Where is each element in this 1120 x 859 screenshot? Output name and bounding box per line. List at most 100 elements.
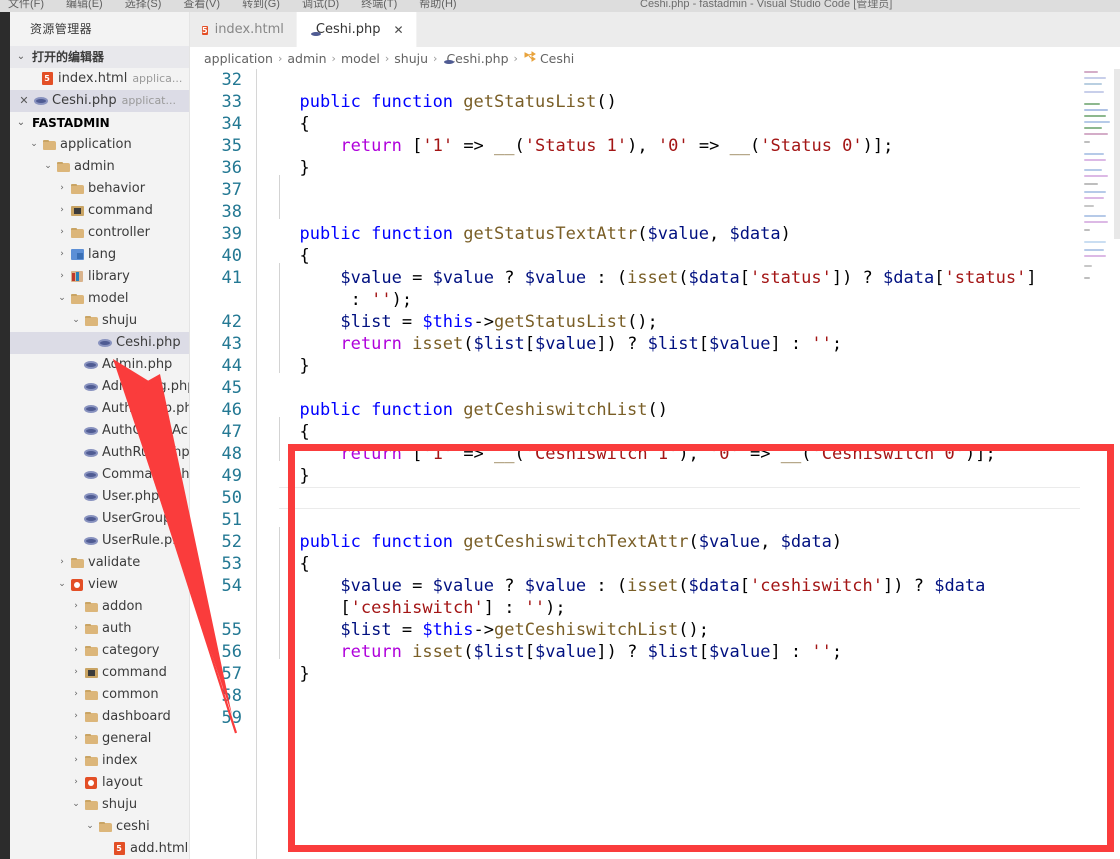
tree-item-ceshi-php[interactable]: Ceshi.php — [10, 331, 189, 354]
chevron-down-icon[interactable]: ⌄ — [42, 162, 54, 171]
menu-item-debug[interactable]: 调试(D) — [302, 0, 339, 10]
code-line[interactable]: public function getStatusList() — [279, 91, 1120, 113]
code-line[interactable] — [279, 509, 1120, 531]
tree-item-addon[interactable]: › addon — [10, 596, 189, 618]
tree-item-user-php[interactable]: User.php — [10, 486, 189, 508]
code-line[interactable]: public function getStatusTextAttr($value… — [279, 223, 1120, 245]
menu-list[interactable]: 文件(F) 编辑(E) 选择(S) 查看(V) 转到(G) 调试(D) 终端(T… — [0, 0, 457, 10]
chevron-down-icon[interactable]: ⌄ — [70, 316, 82, 325]
menu-item-edit[interactable]: 编辑(E) — [66, 0, 103, 10]
tree-item-model[interactable]: ⌄ model — [10, 288, 189, 310]
code-line[interactable] — [279, 179, 1120, 201]
code-editor[interactable]: 32 33 34 35 36 37 38 39 40 41 42 43 44 45 46 47 48 49 50 51… — [190, 69, 1120, 859]
chevron-right-icon[interactable]: › — [56, 558, 68, 567]
chevron-down-icon[interactable]: ⌄ — [28, 140, 40, 149]
code-line[interactable]: public function getCeshiswitchTextAttr($… — [279, 531, 1120, 553]
close-icon[interactable]: ✕ — [16, 94, 32, 107]
code-line[interactable]: return isset($list[$value]) ? $list[$val… — [279, 641, 1120, 663]
code-line[interactable]: { — [279, 421, 1120, 443]
editor-tabbar[interactable]: 5 index.html Ceshi.php ✕ — [190, 12, 1120, 47]
tree-item-shuju[interactable]: ⌄ shuju — [10, 310, 189, 332]
breadcrumb-item-model[interactable]: model — [341, 51, 380, 66]
chevron-right-icon[interactable]: › — [70, 734, 82, 743]
tree-item-common[interactable]: › common — [10, 684, 189, 706]
tree-item-index[interactable]: › index — [10, 750, 189, 772]
tree-item-general[interactable]: › general — [10, 728, 189, 750]
code-line[interactable]: return isset($list[$value]) ? $list[$val… — [279, 333, 1120, 355]
tree-item-admin-php[interactable]: Admin.php — [10, 354, 189, 376]
tree-item-command[interactable]: › command — [10, 662, 189, 684]
chevron-down-icon[interactable]: ⌄ — [56, 580, 68, 589]
chevron-right-icon[interactable]: › — [56, 250, 68, 259]
menu-item-file[interactable]: 文件(F) — [8, 0, 44, 10]
tree-item-userrule-php[interactable]: UserRule.php — [10, 530, 189, 552]
menu-item-select[interactable]: 选择(S) — [125, 0, 162, 10]
chevron-right-icon[interactable]: › — [56, 206, 68, 215]
code-line[interactable] — [279, 707, 1120, 729]
code-line[interactable]: { — [279, 245, 1120, 267]
breadcrumb[interactable]: application › admin › model › shuju › Ce… — [190, 47, 1120, 69]
close-icon[interactable]: ✕ — [393, 23, 403, 37]
code-line[interactable]: $value = $value ? $value : (isset($data[… — [279, 575, 1120, 619]
window-menubar[interactable]: 文件(F) 编辑(E) 选择(S) 查看(V) 转到(G) 调试(D) 终端(T… — [0, 0, 1120, 12]
tree-item-authgroup-php[interactable]: AuthGroup.php — [10, 398, 189, 420]
code-line[interactable]: $value = $value ? $value : (isset($data[… — [279, 267, 1120, 311]
tree-item-add-html[interactable]: 5 add.html — [10, 838, 189, 859]
tree-item-application[interactable]: ⌄ application — [10, 134, 189, 156]
chevron-down-icon[interactable]: ⌄ — [70, 800, 82, 809]
tree-item-shuju[interactable]: ⌄ shuju — [10, 794, 189, 816]
minimap-scrollbar[interactable] — [1114, 69, 1120, 239]
code-line[interactable]: } — [279, 157, 1120, 179]
tree-item-validate[interactable]: › validate — [10, 552, 189, 574]
chevron-right-icon[interactable]: › — [70, 690, 82, 699]
code-line[interactable]: } — [279, 465, 1120, 487]
code-line[interactable] — [279, 201, 1120, 223]
chevron-right-icon[interactable]: › — [70, 756, 82, 765]
tab-index-html[interactable]: 5 index.html — [190, 12, 297, 47]
tree-item-auth[interactable]: › auth — [10, 618, 189, 640]
chevron-down-icon[interactable]: ⌄ — [14, 117, 28, 128]
file-tree[interactable]: ⌄ application ⌄ admin › behavior › command › cont… — [10, 134, 189, 859]
chevron-right-icon[interactable]: › — [70, 624, 82, 633]
code-line[interactable]: $list = $this->getCeshiswitchList(); — [279, 619, 1120, 641]
tree-item-usergroup-php[interactable]: UserGroup.php — [10, 508, 189, 530]
breadcrumb-item-class-ceshi[interactable]: Ceshi — [523, 50, 574, 66]
code-line[interactable]: return ['1' => __('Ceshiswitch 1'), '0' … — [279, 443, 1120, 465]
code-line[interactable] — [279, 487, 1120, 509]
menu-item-terminal[interactable]: 终端(T) — [361, 0, 397, 10]
code-line[interactable]: return ['1' => __('Status 1'), '0' => __… — [279, 135, 1120, 157]
breadcrumb-item-ceshi-php[interactable]: Ceshi.php — [442, 51, 508, 66]
open-editor-item-ceshi-php[interactable]: ✕ Ceshi.php applicat... — [10, 89, 189, 112]
tree-item-authrule-php[interactable]: AuthRule.php — [10, 442, 189, 464]
code-line[interactable] — [279, 685, 1120, 707]
tree-item-behavior[interactable]: › behavior — [10, 178, 189, 200]
tree-item-layout[interactable]: › layout — [10, 772, 189, 794]
chevron-right-icon[interactable]: › — [70, 712, 82, 721]
chevron-right-icon[interactable]: › — [70, 646, 82, 655]
tab-ceshi-php[interactable]: Ceshi.php ✕ — [296, 12, 417, 47]
chevron-right-icon[interactable]: › — [56, 184, 68, 193]
code-line[interactable]: } — [279, 663, 1120, 685]
tree-item-lang[interactable]: › lang — [10, 244, 189, 266]
menu-item-view[interactable]: 查看(V) — [183, 0, 220, 10]
code-line[interactable]: $list = $this->getStatusList(); — [279, 311, 1120, 333]
tree-item-dashboard[interactable]: › dashboard — [10, 706, 189, 728]
code-line[interactable]: } — [279, 355, 1120, 377]
chevron-right-icon[interactable]: › — [70, 602, 82, 611]
code-line[interactable]: { — [279, 113, 1120, 135]
chevron-right-icon[interactable]: › — [70, 668, 82, 677]
chevron-right-icon[interactable]: › — [56, 228, 68, 237]
code-line[interactable] — [279, 69, 1120, 91]
code-content[interactable]: public function getStatusList() { return… — [257, 69, 1120, 859]
breadcrumb-item-application[interactable]: application — [204, 51, 273, 66]
tree-item-view[interactable]: ⌄ view — [10, 574, 189, 596]
chevron-down-icon[interactable]: ⌄ — [84, 822, 96, 831]
tree-item-adminlog-php[interactable]: AdminLog.php — [10, 376, 189, 398]
tree-item-admin[interactable]: ⌄ admin — [10, 156, 189, 178]
code-line[interactable]: { — [279, 553, 1120, 575]
chevron-down-icon[interactable]: ⌄ — [14, 51, 28, 62]
menu-item-goto[interactable]: 转到(G) — [242, 0, 280, 10]
chevron-right-icon[interactable]: › — [70, 778, 82, 787]
tree-item-command-php[interactable]: Command.php — [10, 464, 189, 486]
chevron-right-icon[interactable]: › — [56, 272, 68, 281]
